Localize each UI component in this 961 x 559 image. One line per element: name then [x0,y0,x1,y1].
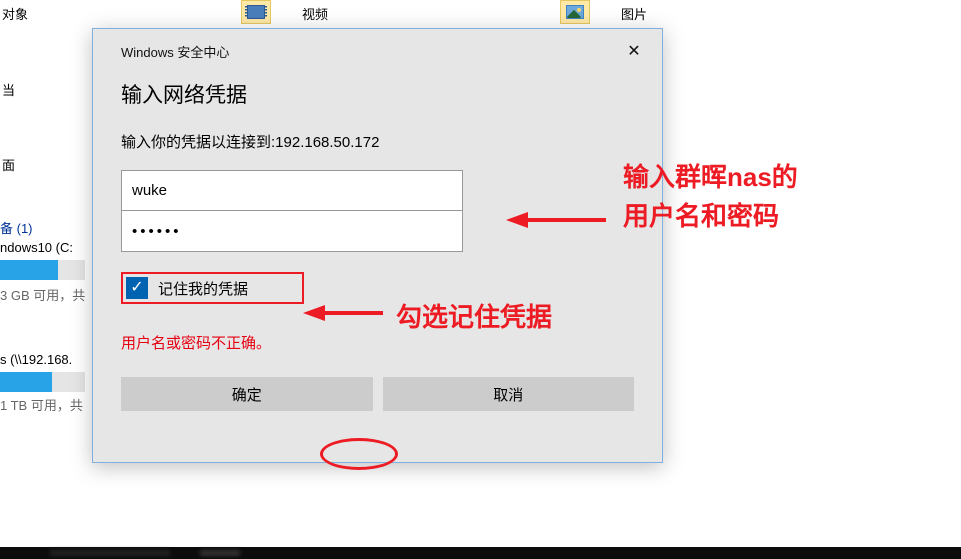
checkmark-icon: ✓ [130,280,143,296]
bg-nas-free: 1 TB 可用，共 [0,395,83,414]
error-message: 用户名或密码不正确。 [121,332,634,353]
annotation-right-line1: 输入群晖nas的 [623,162,798,192]
bg-drive-c-label[interactable]: ndows10 (C: [0,240,73,255]
close-button[interactable]: ✕ [622,39,646,63]
dialog-target-host: 192.168.50.172 [275,134,379,151]
credential-dialog: Windows 安全中心 ✕ 输入网络凭据 输入你的凭据以连接到:192.168… [92,28,663,463]
dialog-titlebar: Windows 安全中心 ✕ [93,29,662,69]
taskbar-fragment [0,547,961,559]
arrow-left-icon [303,303,388,323]
dialog-title: Windows 安全中心 [121,42,229,61]
arrow-right-icon [506,210,611,230]
bg-pic-folder[interactable] [560,0,590,24]
annotation-right: 输入群晖nas的 用户名和密码 [623,158,798,236]
bg-video-folder[interactable] [241,0,271,24]
bg-drive-c-free: 3 GB 可用，共 [0,285,85,304]
bg-object-label: 对象 [2,4,28,23]
dialog-prompt: 输入你的凭据以连接到:192.168.50.172 [121,131,634,152]
username-field[interactable] [122,171,462,211]
close-icon: ✕ [627,41,640,61]
remember-credentials-row[interactable]: ✓ 记住我的凭据 [121,272,304,304]
remember-label: 记住我的凭据 [158,278,248,299]
dialog-prompt-prefix: 输入你的凭据以连接到: [121,134,275,151]
bg-frag2: 面 [2,155,15,174]
credential-input-group [121,170,463,252]
bg-nas-label[interactable]: s (\\192.168. [0,352,72,367]
bg-video-label: 视频 [302,4,328,23]
bg-devices-header: 备 (1) [0,218,33,237]
password-field[interactable] [122,211,462,251]
ok-button[interactable]: 确定 [121,377,373,411]
annotation-right-line2: 用户名和密码 [623,201,779,231]
cancel-button[interactable]: 取消 [383,377,635,411]
remember-checkbox[interactable]: ✓ [126,277,148,299]
dialog-heading: 输入网络凭据 [121,79,634,109]
bg-nas-bar [0,372,52,392]
annotation-left: 勾选记住凭据 [396,298,552,337]
bg-frag1: 当 [2,80,15,99]
bg-drive-c-bar [0,260,58,280]
bg-pic-label: 图片 [621,4,647,23]
